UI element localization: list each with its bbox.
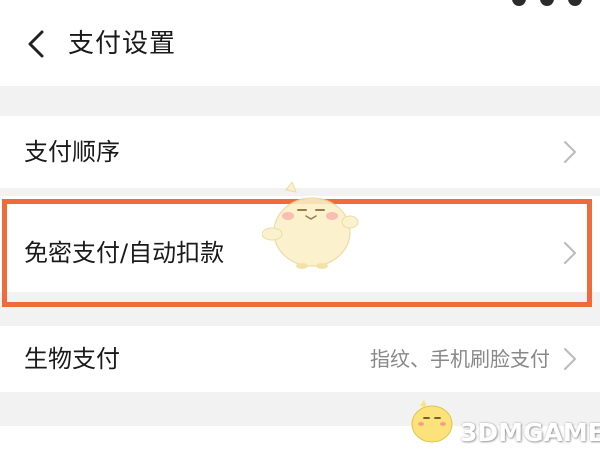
status-icons	[512, 0, 582, 6]
chevron-right-icon	[564, 348, 576, 370]
payment-order-label: 支付顺序	[24, 138, 120, 166]
mascot-watermark-icon	[262, 182, 359, 269]
chevron-left-icon	[28, 30, 44, 58]
battery-icon	[568, 0, 582, 6]
mascot-logo-icon	[411, 400, 453, 443]
page-title: 支付设置	[68, 29, 177, 59]
payment-order-item[interactable]: 支付顺序	[0, 116, 600, 188]
biometric-payment-label: 生物支付	[24, 345, 120, 373]
chevron-right-icon	[564, 141, 576, 163]
header-bar: 支付设置	[0, 8, 600, 86]
status-bar	[0, 0, 600, 8]
watermark-text: 3DMGAME	[460, 418, 600, 447]
signal-icon	[512, 0, 526, 6]
wifi-icon	[540, 0, 554, 6]
biometric-payment-item[interactable]: 生物支付 指纹、手机刷脸支付	[0, 326, 600, 392]
back-button[interactable]	[14, 22, 58, 66]
biometric-payment-value: 指纹、手机刷脸支付	[370, 347, 550, 371]
